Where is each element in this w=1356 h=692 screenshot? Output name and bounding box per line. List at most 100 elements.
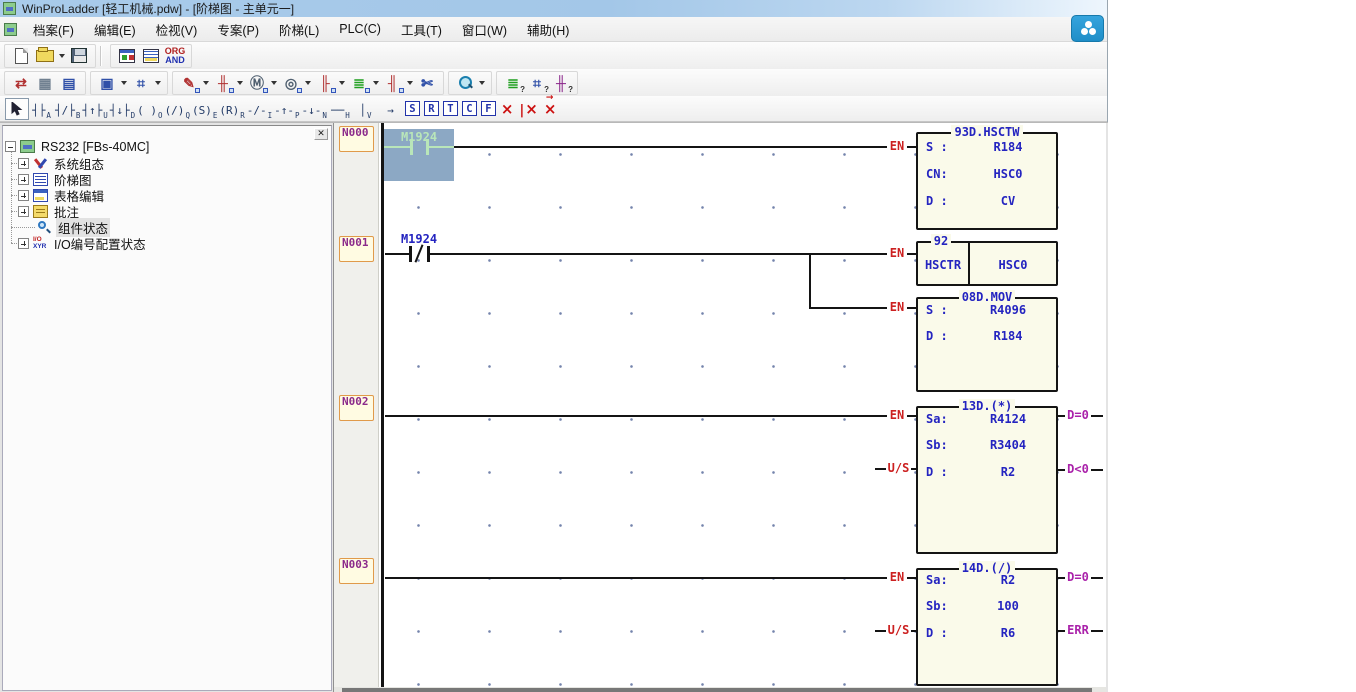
delete-row-tool[interactable]: →× [544, 100, 557, 118]
invert-tool[interactable]: -/-I [247, 98, 272, 120]
menu-file[interactable]: 档案(F) [23, 16, 84, 43]
hline-tool[interactable]: ──H [329, 98, 352, 120]
table-cut-button[interactable]: ✄ [416, 72, 438, 94]
status-help-button[interactable]: ≣? [502, 72, 524, 94]
screen: WinProLadder [轻工机械.pdw] - [阶梯图 - 主单元一] 档… [0, 0, 1356, 692]
ladder-network-icon: ⌗ [137, 75, 145, 91]
tree-item-root[interactable]: RS232 [FBs-40MC] [5, 139, 151, 154]
org-and-instruction-button[interactable]: ORG AND [164, 45, 186, 67]
cloud-overlay-button[interactable] [1071, 15, 1104, 42]
expand-icon[interactable] [18, 174, 29, 185]
save-button[interactable] [68, 45, 90, 67]
contact-m-dropdown-icon[interactable] [407, 81, 413, 85]
arrow-tool[interactable]: → [379, 98, 402, 120]
selected-contact-m1924[interactable]: M1924 [384, 129, 454, 181]
expand-icon[interactable] [18, 158, 29, 169]
reference-book-button[interactable]: ▤ [58, 72, 80, 94]
edit-element-dropdown-icon[interactable] [203, 81, 209, 85]
function-block-hsctw[interactable]: 93D.HSCTW S :R184 CN:HSC0 D :CV [916, 132, 1058, 230]
network-label-n003[interactable]: N003 [339, 558, 374, 584]
function-block-divide[interactable]: 14D.(/) Sa:R2 Sb:100 D :R6 [916, 568, 1058, 686]
project-view-dropdown-icon[interactable] [121, 81, 127, 85]
coil-out-tool[interactable]: ( )O [137, 98, 162, 120]
monitor-contact-button[interactable]: ╫ [212, 72, 234, 94]
motor-run-button[interactable]: Ⓜ [246, 72, 268, 94]
function-block-multiply[interactable]: 13D.(*) Sa:R4124 Sb:R3404 D :R2 [916, 406, 1058, 554]
project-window-icon [119, 49, 135, 63]
tree-item-io-config[interactable]: I/O XYR I/O编号配置状态 [18, 236, 148, 251]
tree-root-label[interactable]: RS232 [FBs-40MC] [39, 140, 151, 154]
open-dropdown-arrow-icon[interactable] [59, 54, 65, 58]
find-button[interactable] [454, 72, 476, 94]
ladder-window-button[interactable] [140, 45, 162, 67]
pointer-tool-button[interactable] [5, 98, 29, 120]
function-block-hsctr[interactable]: 92 HSCTR HSC0 [916, 241, 1058, 286]
expand-icon[interactable] [18, 206, 29, 217]
vline-tool[interactable]: │V [354, 98, 377, 120]
network-label-n002[interactable]: N002 [339, 395, 374, 421]
delete-vline-tool[interactable]: |× [519, 100, 537, 118]
contact-no-tool[interactable]: ┤├A [30, 98, 53, 120]
contact-down-tool[interactable]: ┤↓├D [110, 98, 135, 120]
motor-coil-dropdown-icon[interactable] [305, 81, 311, 85]
menu-edit[interactable]: 编辑(E) [84, 16, 146, 43]
function-block-mov[interactable]: 08D.MOV S :R4096 D :R184 [916, 297, 1058, 392]
io-translate-button[interactable]: ⇄ [10, 72, 32, 94]
close-panel-button[interactable]: ✕ [314, 128, 328, 140]
menu-project[interactable]: 专案(P) [207, 16, 269, 43]
ladder-editor[interactable]: N000 N001 N002 N003 M1924 EN 93D.HSCTW S… [333, 123, 1106, 692]
relay-instruction-tool[interactable]: R [424, 101, 439, 116]
menu-view[interactable]: 检视(V) [146, 16, 208, 43]
menu-tools[interactable]: 工具(T) [391, 16, 452, 43]
menu-window[interactable]: 窗口(W) [452, 16, 517, 43]
tree-item-ladder-diagram[interactable]: 阶梯图 [18, 172, 94, 187]
contact-nc-tool[interactable]: ┤/├B [55, 98, 80, 120]
pulse-up-tool[interactable]: -↑-P [274, 98, 299, 120]
motor-run-dropdown-icon[interactable] [271, 81, 277, 85]
delete-element-tool[interactable]: × [501, 100, 514, 118]
coil-not-tool[interactable]: (/)Q [165, 98, 190, 120]
menu-ladder[interactable]: 阶梯(L) [269, 16, 329, 43]
network-label-n001[interactable]: N001 [339, 236, 374, 262]
find-dropdown-icon[interactable] [479, 81, 485, 85]
ladder-help-button[interactable]: ⌗? [526, 72, 548, 94]
contact-m-button[interactable]: ╢ [382, 72, 404, 94]
new-file-button[interactable] [10, 45, 32, 67]
status-list-dropdown-icon[interactable] [373, 81, 379, 85]
function-instruction-tool[interactable]: F [481, 101, 496, 116]
menu-help[interactable]: 辅助(H) [517, 16, 579, 43]
menu-plc[interactable]: PLC(C) [329, 18, 391, 40]
tree-item-comments[interactable]: 批注 [18, 204, 81, 219]
element-square-icon [195, 88, 200, 93]
ladder-network-button[interactable]: ⌗ [130, 72, 152, 94]
tree-item-component-status[interactable]: 组件状态 [33, 220, 110, 235]
tree-item-system-config[interactable]: 系统组态 [18, 156, 106, 171]
contact-help-button[interactable]: ╫? [550, 72, 572, 94]
project-view-button[interactable]: ▣ [96, 72, 118, 94]
memory-chip-button[interactable]: ▦ [34, 72, 56, 94]
horizontal-scrollbar[interactable] [334, 687, 1106, 692]
coil-set-tool[interactable]: (S)E [192, 98, 217, 120]
open-file-button[interactable] [34, 45, 56, 67]
monitor-contact-dropdown-icon[interactable] [237, 81, 243, 85]
motor-coil-button[interactable]: ◎ [280, 72, 302, 94]
edit-element-button[interactable]: ✎ [178, 72, 200, 94]
counter-instruction-tool[interactable]: C [462, 101, 477, 116]
contact-a-dropdown-icon[interactable] [339, 81, 345, 85]
contact-up-tool[interactable]: ┤↑├U [82, 98, 107, 120]
pulse-down-tool[interactable]: -↓-N [302, 98, 327, 120]
scrollbar-thumb[interactable] [342, 688, 1092, 692]
ladder-network-dropdown-icon[interactable] [155, 81, 161, 85]
timer-instruction-tool[interactable]: T [443, 101, 458, 116]
coil-reset-tool[interactable]: (R)R [219, 98, 244, 120]
contact-a-button[interactable]: ╟ [314, 72, 336, 94]
project-window-button[interactable] [116, 45, 138, 67]
collapse-icon[interactable] [5, 141, 16, 152]
tree-item-table-edit[interactable]: 表格编辑 [18, 188, 106, 203]
contact-label-m1924[interactable]: M1924 [384, 233, 454, 246]
step-instruction-tool[interactable]: S [405, 101, 420, 116]
status-list-button[interactable]: ≣ [348, 72, 370, 94]
expand-icon[interactable] [18, 190, 29, 201]
network-label-n000[interactable]: N000 [339, 126, 374, 152]
expand-icon[interactable] [18, 238, 29, 249]
